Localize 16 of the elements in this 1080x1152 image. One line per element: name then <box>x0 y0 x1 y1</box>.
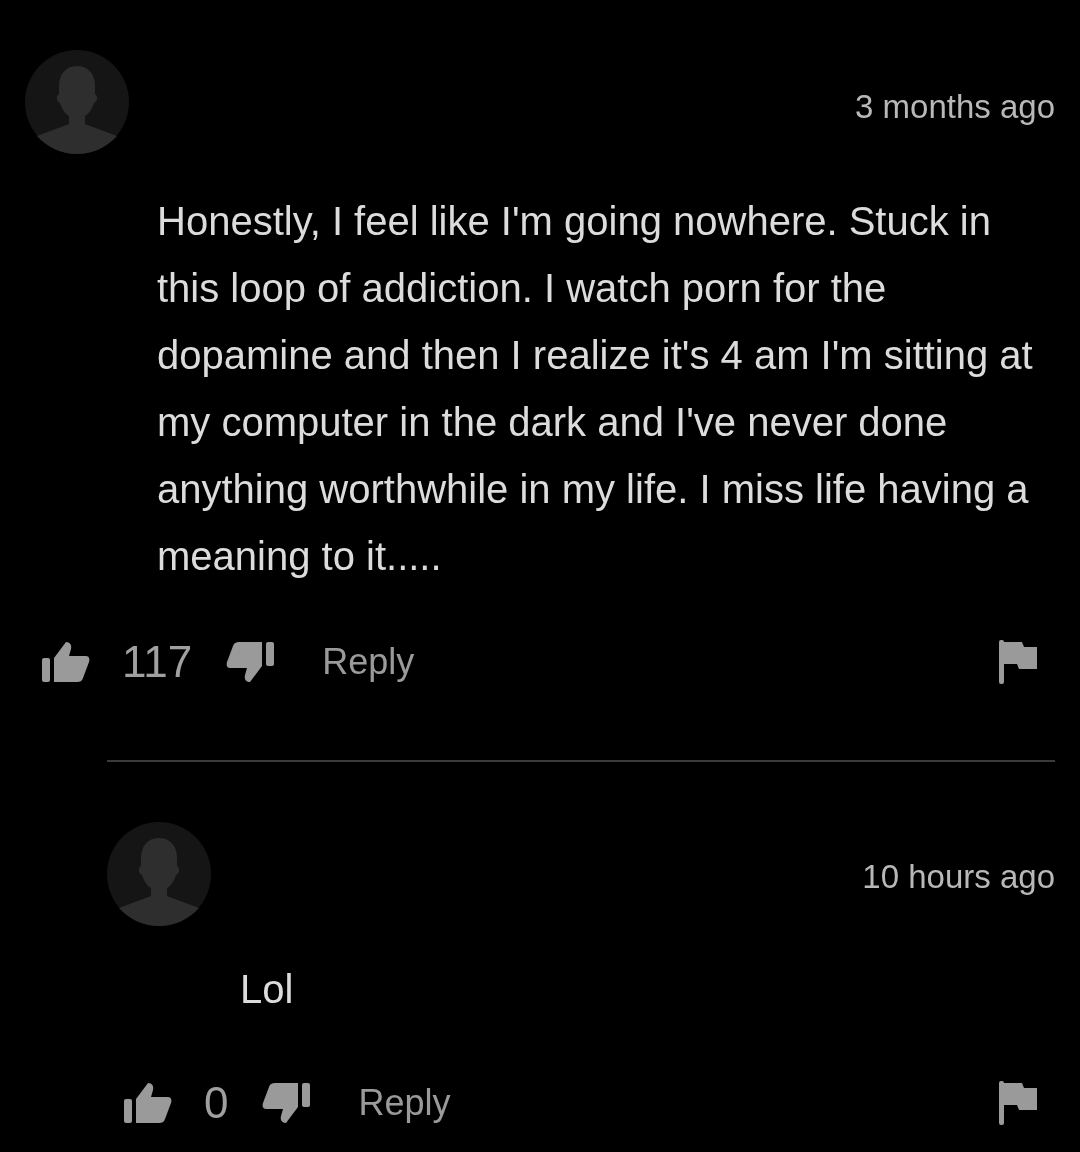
like-count: 117 <box>122 637 193 687</box>
flag-icon[interactable] <box>999 640 1037 684</box>
comment-text: Lol <box>240 966 295 1013</box>
comment-text: Honestly, I feel like I'm going nowhere. Stuck in this loop of addiction. I watch porn for the dopamine and then I realize it's 4 am I'm sitting at my computer in the dark and I've never done anything worthwhile in my life. I miss life having a meaning to it..... <box>157 198 1034 580</box>
thumbs-up-icon[interactable] <box>124 1083 172 1123</box>
thumbs-down-icon[interactable] <box>262 1083 311 1123</box>
thumbs-up-icon[interactable] <box>42 642 90 682</box>
avatar-icon <box>25 50 129 154</box>
comment-time: 3 months ago <box>855 88 1055 126</box>
like-count: 0 <box>204 1078 229 1128</box>
comment-time: 10 hours ago <box>862 858 1055 896</box>
flag-icon[interactable] <box>999 1081 1037 1125</box>
reply-button[interactable]: Reply <box>322 641 415 683</box>
avatar-icon <box>107 822 211 926</box>
thumbs-down-icon[interactable] <box>226 642 275 682</box>
reply-button[interactable]: Reply <box>358 1082 451 1124</box>
